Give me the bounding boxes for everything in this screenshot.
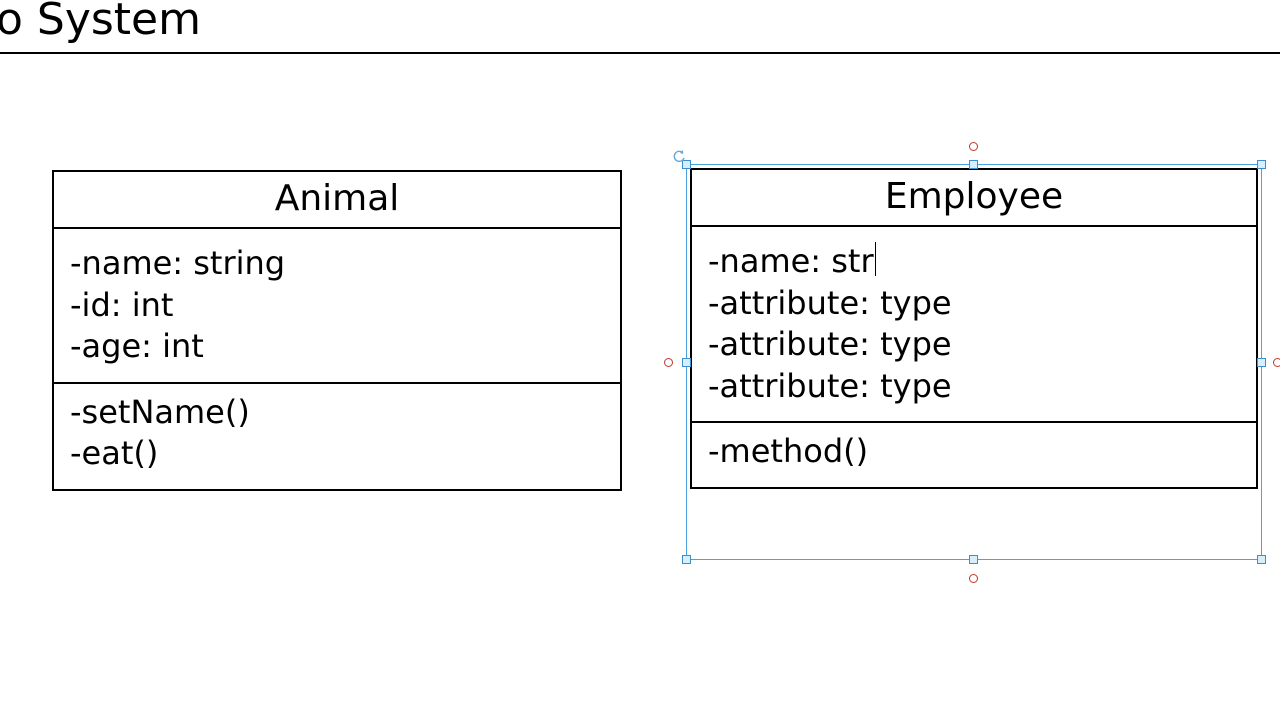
class-attribute: -attribute: type	[708, 366, 1240, 408]
rotate-handle[interactable]	[672, 150, 686, 164]
editing-text: -name: str	[708, 242, 874, 280]
class-attribute-editing[interactable]: -name: str	[708, 241, 1240, 283]
glue-point-w[interactable]	[664, 358, 673, 367]
glue-point-n[interactable]	[969, 142, 978, 151]
diagram-canvas[interactable]: Animal -name: string -id: int -age: int …	[0, 0, 1280, 720]
class-attribute: -attribute: type	[708, 283, 1240, 325]
resize-handle-sw[interactable]	[682, 555, 691, 564]
text-caret	[875, 242, 877, 276]
class-methods[interactable]: -setName() -eat()	[54, 384, 620, 489]
glue-point-e[interactable]	[1273, 358, 1280, 367]
class-method: -setName()	[70, 392, 604, 434]
class-methods[interactable]: -method()	[692, 423, 1256, 487]
class-name[interactable]: Employee	[692, 170, 1256, 227]
class-name[interactable]: Animal	[54, 172, 620, 229]
class-method: -eat()	[70, 433, 604, 475]
class-method: -method()	[708, 431, 1240, 473]
class-attribute: -name: string	[70, 243, 604, 285]
class-attributes[interactable]: -name: string -id: int -age: int	[54, 229, 620, 384]
class-attribute: -id: int	[70, 285, 604, 327]
class-attribute: -age: int	[70, 326, 604, 368]
glue-point-s[interactable]	[969, 574, 978, 583]
uml-class-animal[interactable]: Animal -name: string -id: int -age: int …	[52, 170, 622, 491]
resize-handle-ne[interactable]	[1257, 160, 1266, 169]
class-attribute: -attribute: type	[708, 324, 1240, 366]
resize-handle-e[interactable]	[1257, 358, 1266, 367]
resize-handle-se[interactable]	[1257, 555, 1266, 564]
resize-handle-s[interactable]	[969, 555, 978, 564]
class-attributes[interactable]: -name: str -attribute: type -attribute: …	[692, 227, 1256, 423]
uml-class-employee[interactable]: Employee -name: str -attribute: type -at…	[690, 168, 1258, 489]
